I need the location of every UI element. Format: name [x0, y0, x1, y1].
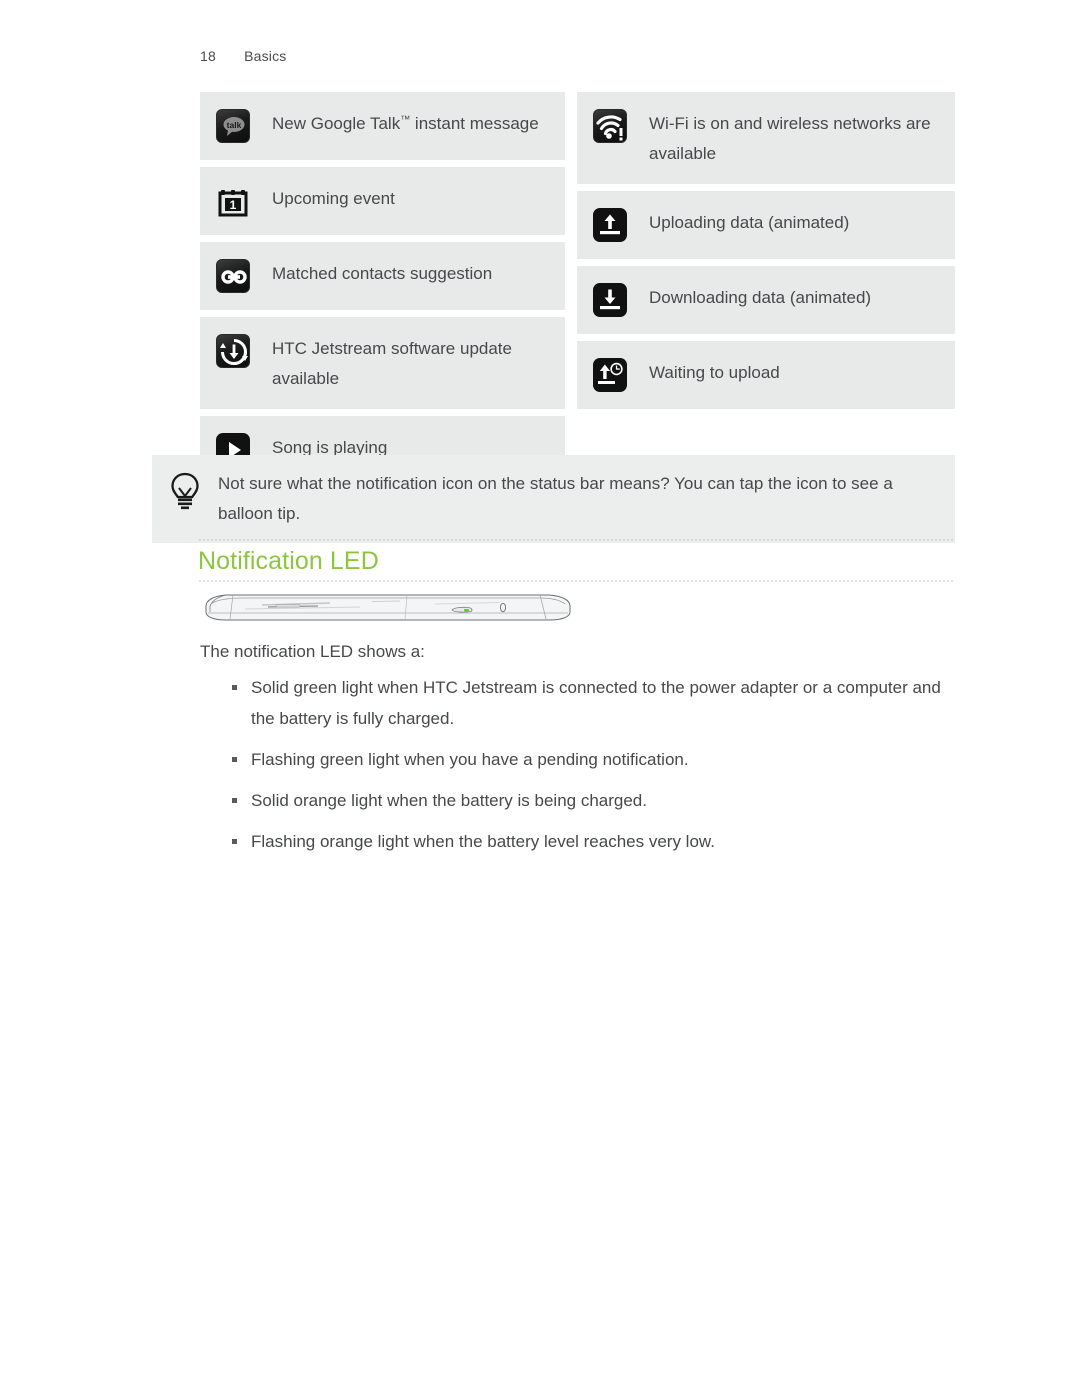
- download-icon: [593, 281, 631, 319]
- svg-text:talk: talk: [227, 120, 242, 130]
- icon-label: HTC Jetstream software update available: [272, 339, 512, 388]
- tip-text: Not sure what the notification icon on t…: [218, 474, 893, 523]
- dotted-rule-bottom: [198, 580, 955, 582]
- upload-icon: [593, 206, 631, 244]
- bullet-square-icon: [232, 757, 237, 762]
- list-item-text: Solid green light when HTC Jetstream is …: [251, 678, 941, 728]
- page-title: Notification LED: [198, 547, 379, 575]
- icon-label: New Google Talk™ instant message: [272, 114, 539, 133]
- table-row: 1 Upcoming event: [200, 167, 565, 235]
- list-item-text: Solid orange light when the battery is b…: [251, 791, 647, 810]
- icon-table-left-column: talk New Google Talk™ instant message 1 …: [200, 92, 565, 491]
- list-item-text: Flashing orange light when the battery l…: [251, 832, 715, 851]
- icon-label: Matched contacts suggestion: [272, 264, 493, 283]
- table-row: Wi-Fi is on and wireless networks are av…: [577, 92, 955, 184]
- software-update-icon: [216, 332, 254, 370]
- icon-label: Downloading data (animated): [649, 288, 872, 307]
- lightbulb-icon: [168, 471, 204, 511]
- table-row: Waiting to upload: [577, 341, 955, 409]
- device-illustration: [200, 588, 575, 628]
- section-name: Basics: [244, 48, 287, 64]
- list-item-text: Flashing green light when you have a pen…: [251, 750, 689, 769]
- table-row: HTC Jetstream software update available: [200, 317, 565, 409]
- list-item: Flashing green light when you have a pen…: [232, 744, 952, 775]
- matched-contacts-icon: [216, 257, 254, 295]
- bullet-square-icon: [232, 798, 237, 803]
- section-heading-block: Notification LED: [198, 539, 955, 582]
- icon-label: Upcoming event: [272, 189, 395, 208]
- table-row: talk New Google Talk™ instant message: [200, 92, 565, 160]
- icon-label: Uploading data (animated): [649, 213, 850, 232]
- table-row: Uploading data (animated): [577, 191, 955, 259]
- list-item: Solid orange light when the battery is b…: [232, 785, 952, 816]
- calendar-event-icon: 1: [216, 182, 254, 220]
- icon-label: Waiting to upload: [649, 363, 780, 382]
- body-intro: The notification LED shows a:: [200, 642, 425, 661]
- table-row: Matched contacts suggestion: [200, 242, 565, 310]
- waiting-upload-icon: [593, 356, 631, 394]
- google-talk-icon: talk: [216, 107, 254, 145]
- icon-table-right-column: Wi-Fi is on and wireless networks are av…: [577, 92, 955, 491]
- bullet-square-icon: [232, 839, 237, 844]
- page-header: 18 Basics: [200, 48, 287, 64]
- notification-led: [464, 609, 469, 612]
- wifi-available-icon: [593, 107, 631, 145]
- page-number: 18: [200, 48, 216, 64]
- notification-icon-table: talk New Google Talk™ instant message 1 …: [200, 92, 955, 491]
- led-behaviour-list: Solid green light when HTC Jetstream is …: [232, 672, 952, 867]
- list-item: Solid green light when HTC Jetstream is …: [232, 672, 952, 734]
- table-row: Downloading data (animated): [577, 266, 955, 334]
- bullet-square-icon: [232, 685, 237, 690]
- icon-label: Wi-Fi is on and wireless networks are av…: [649, 114, 931, 163]
- svg-text:1: 1: [230, 198, 237, 212]
- list-item: Flashing orange light when the battery l…: [232, 826, 952, 857]
- tip-callout: Not sure what the notification icon on t…: [152, 455, 955, 543]
